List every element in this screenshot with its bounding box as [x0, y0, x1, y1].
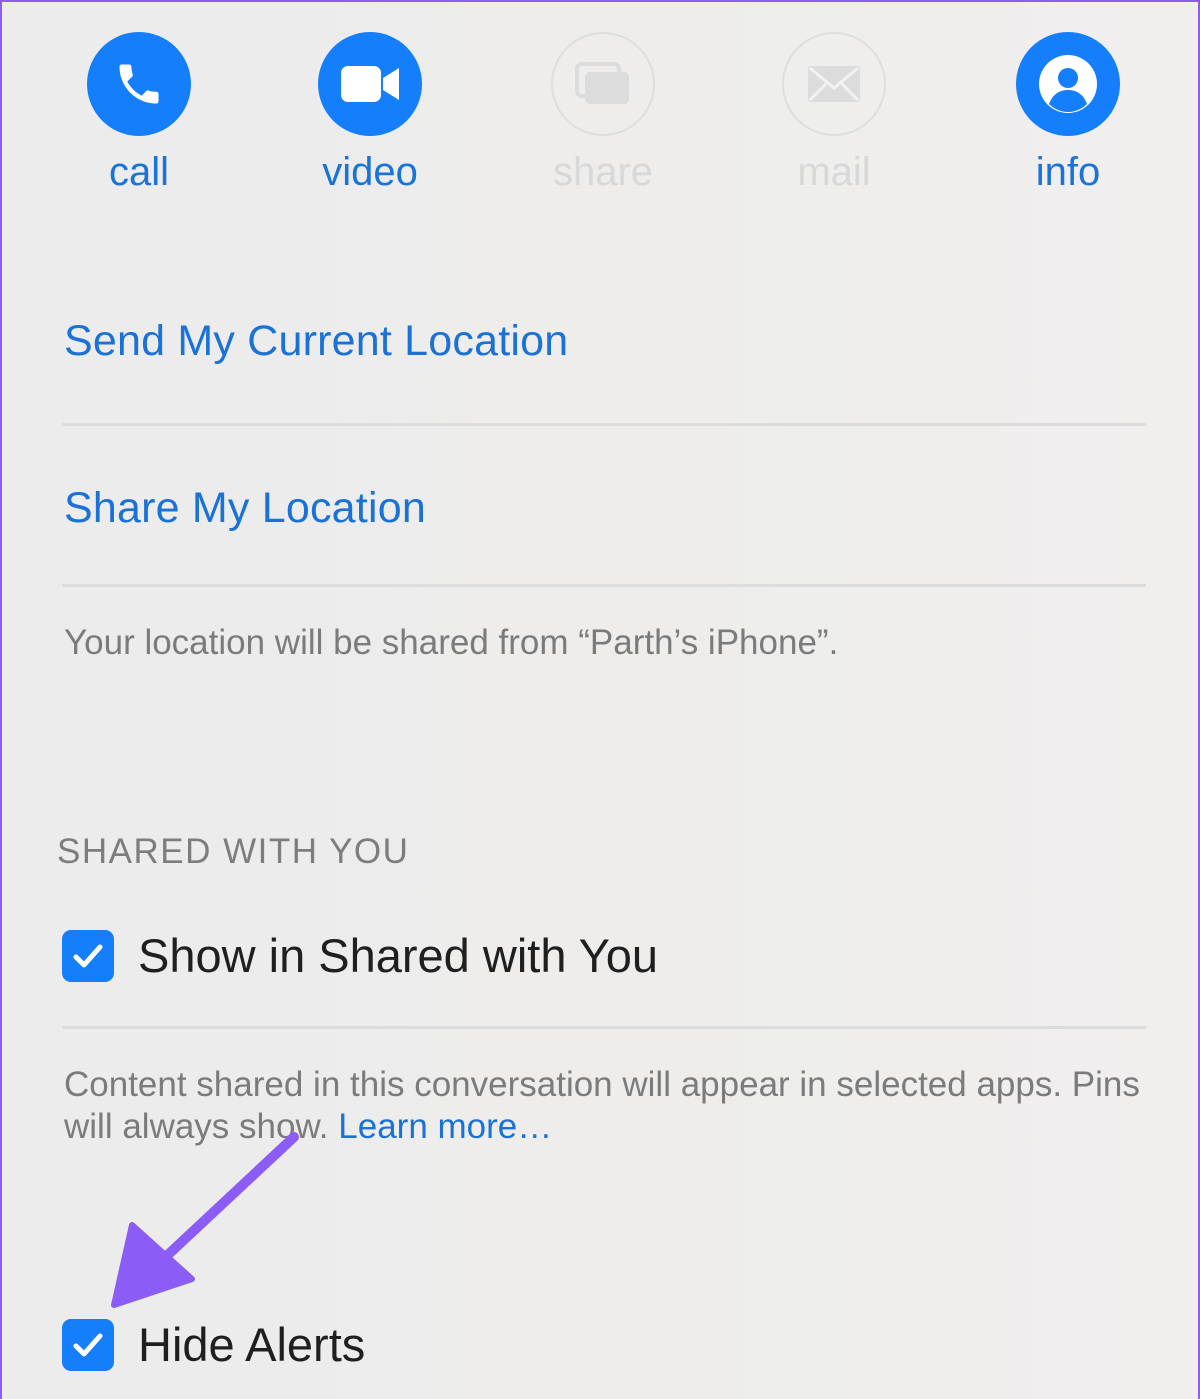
screen-share-icon — [575, 62, 629, 104]
video-camera-icon — [341, 66, 399, 102]
phone-icon — [119, 64, 159, 104]
call-circle[interactable] — [87, 32, 191, 136]
call-label: call — [108, 150, 170, 194]
show-in-shared-label: Show in Shared with You — [138, 929, 658, 982]
annotation-arrow-icon — [111, 1132, 299, 1308]
checkmark-icon — [73, 1333, 103, 1356]
hide-alerts-label: Hide Alerts — [138, 1318, 366, 1371]
video-button[interactable]: video — [295, 32, 445, 196]
divider — [62, 1026, 1146, 1029]
hide-alerts-checkbox[interactable] — [62, 1318, 114, 1371]
person-icon — [1039, 55, 1097, 113]
share-button[interactable]: share — [528, 32, 678, 196]
video-label: video — [322, 150, 418, 194]
mail-circle[interactable] — [782, 32, 886, 136]
show-in-shared-row[interactable]: Show in Shared with You — [62, 928, 658, 983]
info-button[interactable]: info — [993, 32, 1143, 196]
learn-more-link[interactable]: Learn more… — [338, 1107, 552, 1146]
info-label: info — [1035, 150, 1101, 194]
info-circle[interactable] — [1016, 32, 1120, 136]
send-current-location-link[interactable]: Send My Current Location — [64, 317, 568, 366]
section-header-shared-with-you: SHARED WITH YOU — [57, 832, 410, 871]
share-circle[interactable] — [551, 32, 655, 136]
location-note: Your location will be shared from “Parth… — [64, 623, 839, 662]
mail-label: mail — [797, 150, 871, 194]
mail-button[interactable]: mail — [759, 32, 909, 196]
video-circle[interactable] — [318, 32, 422, 136]
checkmark-icon — [73, 944, 103, 967]
divider — [62, 584, 1146, 587]
envelope-icon — [808, 66, 860, 102]
share-label: share — [552, 150, 654, 194]
share-my-location-link[interactable]: Share My Location — [64, 484, 426, 533]
hide-alerts-row[interactable]: Hide Alerts — [62, 1317, 365, 1372]
call-button[interactable]: call — [64, 32, 214, 196]
show-in-shared-checkbox[interactable] — [62, 929, 114, 982]
divider — [62, 423, 1146, 426]
